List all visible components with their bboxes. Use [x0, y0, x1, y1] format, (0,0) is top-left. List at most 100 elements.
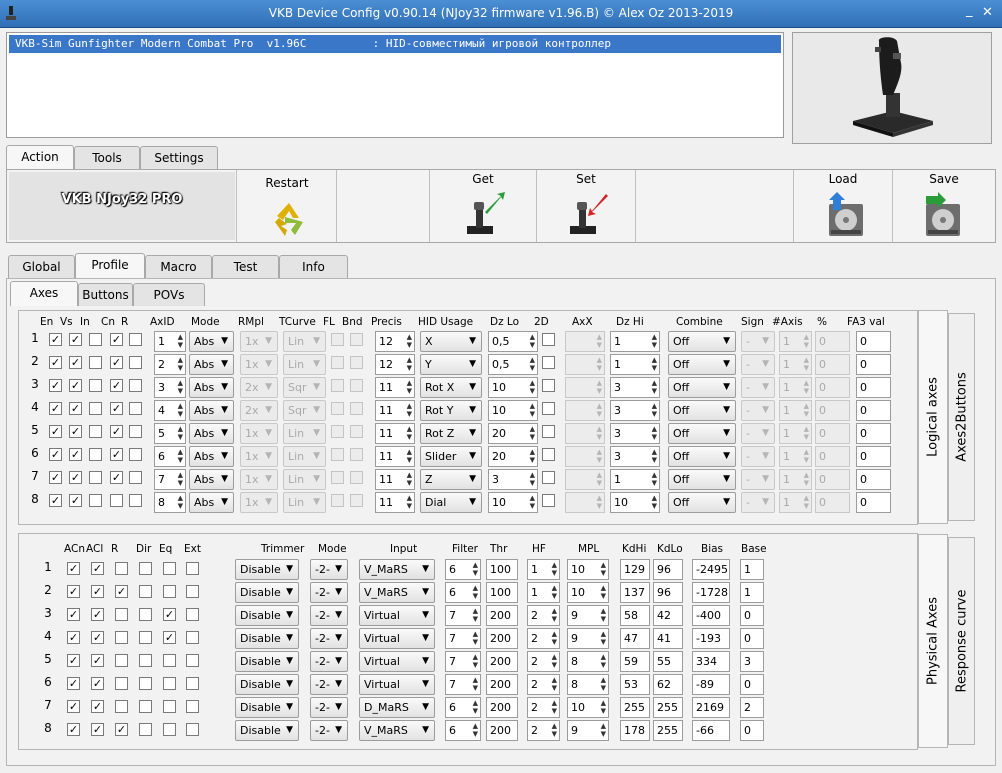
dz-hi-spinner[interactable]: 1 ▲ ▼ — [610, 469, 660, 490]
2d-checkbox[interactable] — [542, 425, 555, 438]
combine-combo[interactable]: Off ▼ — [668, 331, 736, 352]
input-combo[interactable]: Virtual ▼ — [359, 674, 435, 695]
fa3-value-field[interactable]: 0 — [856, 377, 891, 398]
kdlo-field[interactable]: 255 — [653, 697, 683, 718]
r-checkbox[interactable] — [129, 425, 142, 438]
fa3-value-field[interactable]: 0 — [856, 469, 891, 490]
ext-checkbox[interactable] — [186, 700, 199, 713]
tab-test[interactable]: Test — [212, 255, 279, 278]
spin-arrows-icon[interactable]: ▲ ▼ — [601, 561, 606, 577]
in-checkbox[interactable] — [89, 333, 102, 346]
bias-field[interactable]: -1728 — [692, 582, 730, 603]
trimmer-combo[interactable]: Disable ▼ — [235, 674, 299, 695]
kdlo-field[interactable]: 62 — [653, 674, 683, 695]
2d-checkbox[interactable] — [542, 379, 555, 392]
bias-field[interactable]: -89 — [692, 674, 730, 695]
dz-lo-spinner[interactable]: 3 ▲ ▼ — [488, 469, 538, 490]
base-field[interactable]: 0 — [740, 628, 764, 649]
trimmer-combo[interactable]: Disable ▼ — [235, 651, 299, 672]
acn-checkbox[interactable]: ✓ — [67, 723, 80, 736]
minimize-button[interactable]: _ — [966, 3, 973, 18]
base-field[interactable]: 1 — [740, 559, 764, 580]
mode-combo[interactable]: -2- ▼ — [310, 582, 348, 603]
kdlo-field[interactable]: 96 — [653, 582, 683, 603]
axid-spinner[interactable]: 3 ▲ ▼ — [154, 377, 186, 398]
dir-checkbox[interactable] — [139, 562, 152, 575]
spin-arrows-icon[interactable]: ▲ ▼ — [178, 494, 183, 510]
acl-checkbox[interactable]: ✓ — [91, 677, 104, 690]
in-checkbox[interactable] — [89, 379, 102, 392]
filter-spinner[interactable]: 6 ▲ ▼ — [445, 697, 481, 718]
spin-arrows-icon[interactable]: ▲ ▼ — [178, 379, 183, 395]
tab-axes[interactable]: Axes — [10, 281, 78, 306]
en-checkbox[interactable]: ✓ — [49, 494, 62, 507]
spin-arrows-icon[interactable]: ▲ ▼ — [804, 379, 809, 395]
spin-arrows-icon[interactable]: ▲ ▼ — [473, 607, 478, 623]
2d-checkbox[interactable] — [542, 448, 555, 461]
kdhi-field[interactable]: 137 — [620, 582, 650, 603]
en-checkbox[interactable]: ✓ — [49, 356, 62, 369]
spin-arrows-icon[interactable]: ▲ ▼ — [552, 676, 557, 692]
in-checkbox[interactable] — [89, 402, 102, 415]
acn-checkbox[interactable]: ✓ — [67, 585, 80, 598]
spin-arrows-icon[interactable]: ▲ ▼ — [601, 722, 606, 738]
close-button[interactable]: ✕ — [982, 5, 993, 20]
spin-arrows-icon[interactable]: ▲ ▼ — [597, 356, 602, 372]
mode-combo[interactable]: -2- ▼ — [310, 674, 348, 695]
2d-checkbox[interactable] — [542, 333, 555, 346]
r-checkbox[interactable] — [129, 448, 142, 461]
vs-checkbox[interactable]: ✓ — [69, 425, 82, 438]
filter-spinner[interactable]: 7 ▲ ▼ — [445, 628, 481, 649]
axid-spinner[interactable]: 2 ▲ ▼ — [154, 354, 186, 375]
mode-combo[interactable]: Abs ▼ — [189, 331, 234, 352]
spin-arrows-icon[interactable]: ▲ ▼ — [601, 630, 606, 646]
load-button[interactable]: Load — [795, 170, 891, 242]
dz-lo-spinner[interactable]: 10 ▲ ▼ — [488, 492, 538, 513]
kdlo-field[interactable]: 255 — [653, 720, 683, 741]
spin-arrows-icon[interactable]: ▲ ▼ — [652, 356, 657, 372]
spin-arrows-icon[interactable]: ▲ ▼ — [407, 333, 412, 349]
eq-checkbox[interactable]: ✓ — [163, 608, 176, 621]
spin-arrows-icon[interactable]: ▲ ▼ — [552, 607, 557, 623]
tab-macro[interactable]: Macro — [145, 255, 212, 278]
spin-arrows-icon[interactable]: ▲ ▼ — [601, 653, 606, 669]
combine-combo[interactable]: Off ▼ — [668, 446, 736, 467]
mode-combo[interactable]: Abs ▼ — [189, 469, 234, 490]
kdhi-field[interactable]: 47 — [620, 628, 650, 649]
eq-checkbox[interactable] — [163, 654, 176, 667]
spin-arrows-icon[interactable]: ▲ ▼ — [652, 425, 657, 441]
r-checkbox[interactable] — [129, 379, 142, 392]
fa3-value-field[interactable]: 0 — [856, 400, 891, 421]
filter-spinner[interactable]: 7 ▲ ▼ — [445, 651, 481, 672]
spin-arrows-icon[interactable]: ▲ ▼ — [601, 584, 606, 600]
fa3-value-field[interactable]: 0 — [856, 423, 891, 444]
spin-arrows-icon[interactable]: ▲ ▼ — [552, 653, 557, 669]
ext-checkbox[interactable] — [186, 562, 199, 575]
dz-hi-spinner[interactable]: 1 ▲ ▼ — [610, 354, 660, 375]
dz-hi-spinner[interactable]: 3 ▲ ▼ — [610, 446, 660, 467]
hid-usage-combo[interactable]: Slider ▼ — [420, 446, 482, 467]
dz-lo-spinner[interactable]: 20 ▲ ▼ — [488, 446, 538, 467]
spin-arrows-icon[interactable]: ▲ ▼ — [552, 699, 557, 715]
spin-arrows-icon[interactable]: ▲ ▼ — [178, 402, 183, 418]
dir-checkbox[interactable] — [139, 677, 152, 690]
spin-arrows-icon[interactable]: ▲ ▼ — [652, 402, 657, 418]
spin-arrows-icon[interactable]: ▲ ▼ — [530, 402, 535, 418]
vs-checkbox[interactable]: ✓ — [69, 448, 82, 461]
dir-checkbox[interactable] — [139, 585, 152, 598]
combine-combo[interactable]: Off ▼ — [668, 469, 736, 490]
input-combo[interactable]: V_MaRS ▼ — [359, 582, 435, 603]
spin-arrows-icon[interactable]: ▲ ▼ — [407, 356, 412, 372]
spin-arrows-icon[interactable]: ▲ ▼ — [597, 425, 602, 441]
axid-spinner[interactable]: 7 ▲ ▼ — [154, 469, 186, 490]
mpl-spinner[interactable]: 9 ▲ ▼ — [567, 720, 609, 741]
dir-checkbox[interactable] — [139, 654, 152, 667]
bias-field[interactable]: -193 — [692, 628, 730, 649]
fa3-value-field[interactable]: 0 — [856, 331, 891, 352]
dir-checkbox[interactable] — [139, 608, 152, 621]
base-field[interactable]: 0 — [740, 720, 764, 741]
spin-arrows-icon[interactable]: ▲ ▼ — [652, 494, 657, 510]
hf-spinner[interactable]: 2 ▲ ▼ — [527, 674, 560, 695]
base-field[interactable]: 0 — [740, 674, 764, 695]
fa3-value-field[interactable]: 0 — [856, 354, 891, 375]
